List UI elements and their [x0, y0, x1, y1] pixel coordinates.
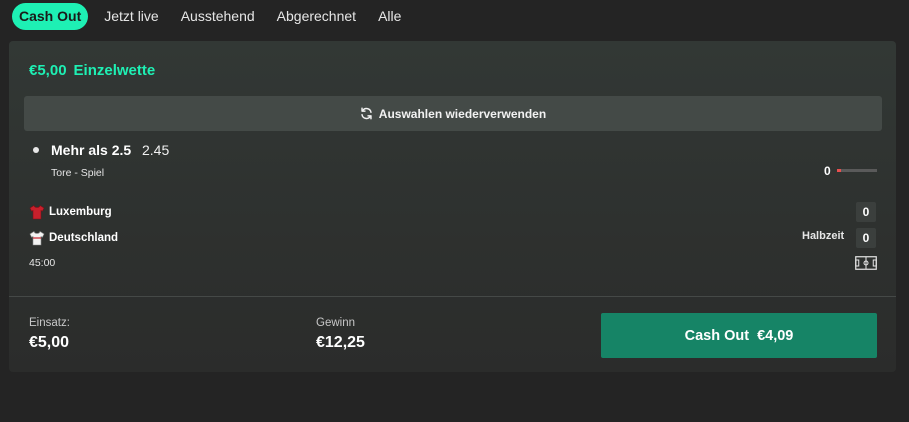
footer-divider — [9, 296, 896, 297]
win-value: €12,25 — [316, 334, 365, 351]
home-score: 0 — [856, 202, 876, 222]
team-row-away: Deutschland — [29, 229, 118, 247]
win-label: Gewinn — [316, 317, 355, 329]
tab-alle[interactable]: Alle — [367, 3, 412, 30]
bet-filter-tabs: Cash Out Jetzt live Ausstehend Abgerechn… — [12, 3, 412, 30]
home-team-name: Luxemburg — [49, 206, 112, 218]
bet-stake-amount: €5,00 — [29, 62, 67, 79]
reuse-selections-label: Auswahlen wiederverwenden — [378, 106, 547, 121]
bet-title: €5,00 Einzelwette — [29, 62, 155, 79]
team-row-home: Luxemburg — [29, 203, 112, 221]
pitch-icon[interactable] — [855, 256, 877, 270]
cash-out-button-value: €4,09 — [757, 327, 794, 344]
cash-out-button-label: Cash Out — [684, 327, 750, 344]
selection-odds: 2.45 — [142, 142, 170, 158]
tab-abgerechnet[interactable]: Abgerechnet — [266, 3, 367, 30]
goal-progress-bar — [837, 169, 877, 172]
goal-progress-fill — [837, 169, 841, 172]
cash-out-button[interactable]: Cash Out €4,09 — [601, 313, 877, 358]
bet-card: €5,00 Einzelwette Auswahlen wiederverwend… — [9, 41, 896, 372]
away-score: 0 — [856, 228, 876, 248]
reuse-selections-button[interactable]: Auswahlen wiederverwenden — [24, 96, 882, 131]
selection-market: Tore - Spiel — [51, 167, 105, 179]
tab-ausstehend[interactable]: Ausstehend — [170, 3, 266, 30]
refresh-icon — [361, 107, 372, 120]
match-clock: 45:00 — [29, 257, 56, 269]
shirt-icon — [29, 205, 45, 220]
goal-count: 0 — [824, 164, 831, 178]
stake-label: Einsatz: — [29, 317, 70, 329]
away-team-name: Deutschland — [49, 232, 119, 244]
bet-type: Einzelwette — [73, 62, 156, 79]
selection-name: Mehr als 2.5 — [51, 142, 132, 158]
tab-jetzt-live[interactable]: Jetzt live — [93, 3, 169, 30]
shirt-icon — [29, 231, 45, 246]
tab-cash-out[interactable]: Cash Out — [12, 3, 89, 30]
match-period: Halbzeit — [802, 230, 845, 242]
selection-bullet — [33, 147, 39, 153]
stake-value: €5,00 — [29, 334, 70, 351]
